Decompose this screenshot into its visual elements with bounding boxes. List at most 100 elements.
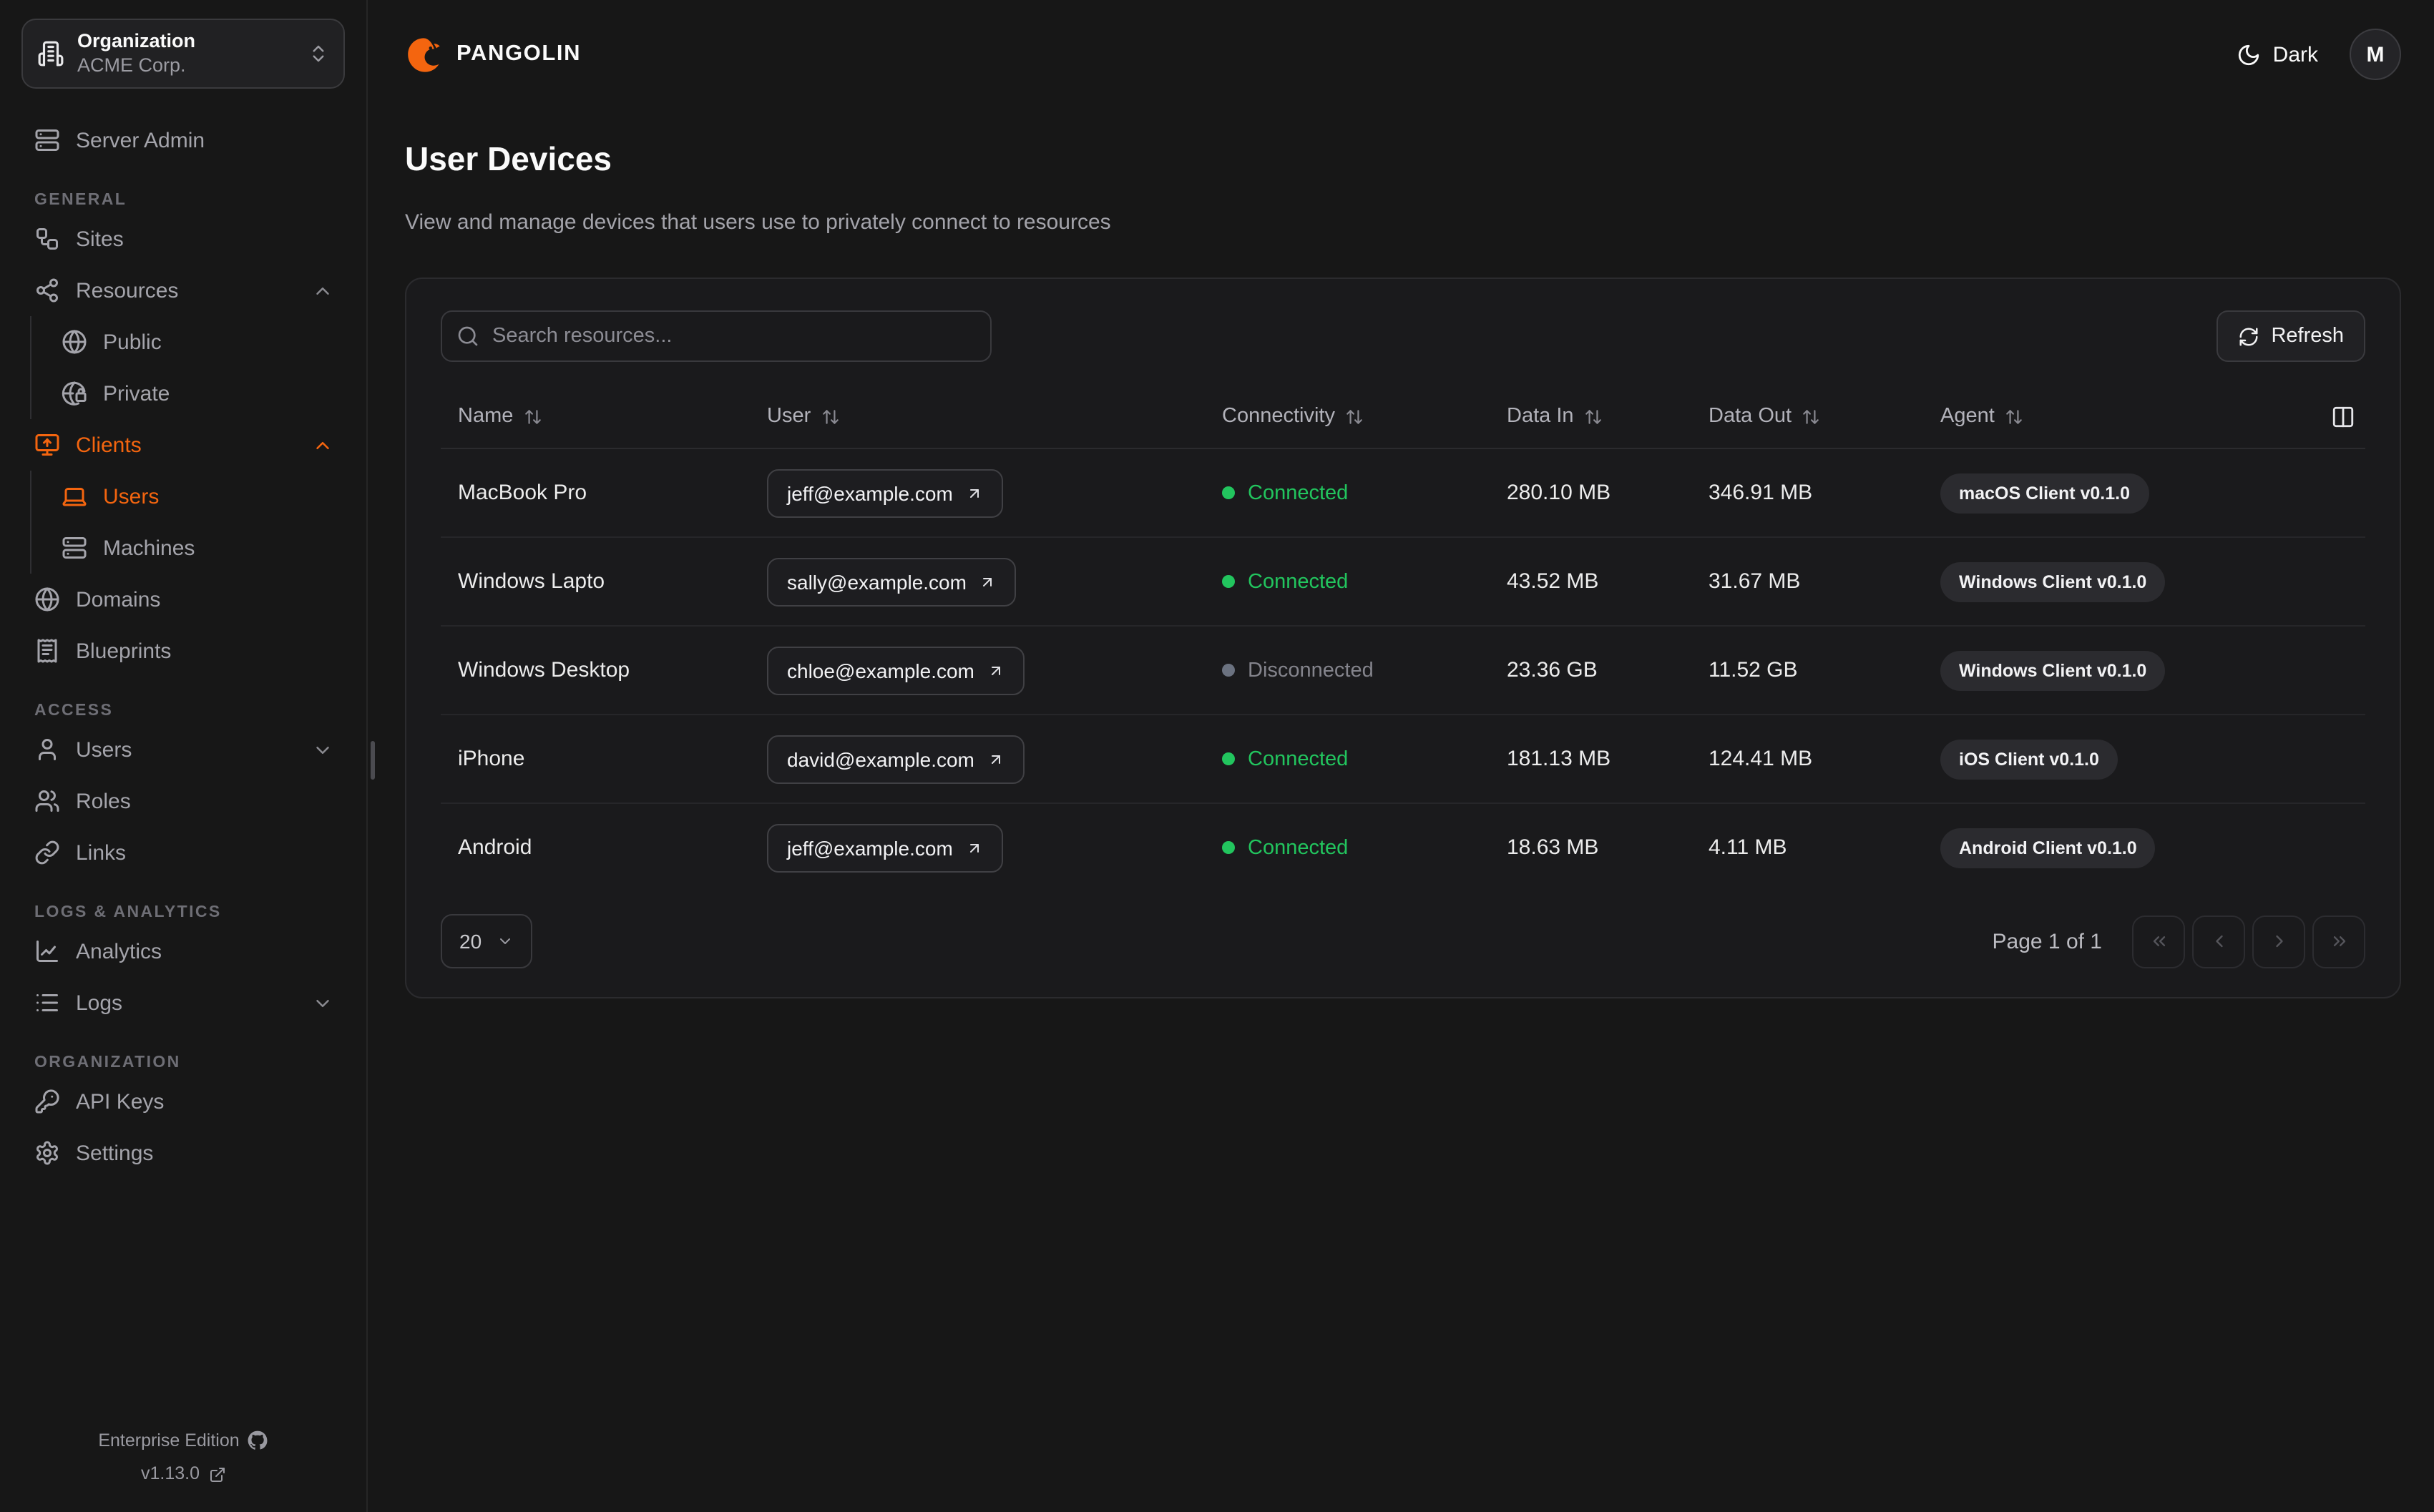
org-selector-label: Organization bbox=[77, 29, 196, 51]
column-header-name[interactable]: Name bbox=[441, 406, 767, 428]
device-name: Android bbox=[458, 835, 532, 860]
sidebar-item-resources[interactable]: Resources bbox=[21, 265, 345, 316]
device-name: Windows Desktop bbox=[458, 658, 630, 683]
connectivity-status: Connected bbox=[1222, 748, 1507, 771]
table-row: Windows Desktop chloe@example.com Discon… bbox=[441, 627, 2365, 716]
page-indicator: Page 1 of 1 bbox=[1992, 929, 2102, 954]
share-nodes-icon bbox=[34, 278, 60, 303]
card-toolbar: Refresh bbox=[441, 310, 2365, 363]
sidebar-item-links[interactable]: Links bbox=[21, 827, 345, 878]
arrow-up-right-icon bbox=[983, 577, 992, 586]
moon-icon bbox=[2239, 44, 2259, 65]
sidebar-item-label: Clients bbox=[76, 433, 142, 457]
user-link-button[interactable]: jeff@example.com bbox=[767, 823, 1003, 873]
monitor-up-icon bbox=[34, 432, 60, 458]
sidebar-item-machines[interactable]: Machines bbox=[31, 522, 345, 574]
clients-subgroup: Users Machines bbox=[30, 471, 345, 574]
theme-toggle-label: Dark bbox=[2272, 42, 2318, 67]
last-page-button[interactable] bbox=[2312, 915, 2365, 968]
column-header-agent[interactable]: Agent bbox=[1940, 406, 2331, 428]
chevron-down-icon bbox=[316, 999, 329, 1006]
agent-badge: iOS Client v0.1.0 bbox=[1940, 739, 2118, 780]
data-in-value: 181.13 MB bbox=[1507, 747, 1611, 772]
data-in-value: 280.10 MB bbox=[1507, 481, 1611, 506]
chevron-down-icon bbox=[316, 746, 329, 753]
theme-toggle[interactable]: Dark bbox=[2237, 42, 2318, 67]
page-title: User Devices bbox=[405, 140, 612, 177]
previous-page-button[interactable] bbox=[2192, 915, 2245, 968]
arrow-up-right-icon bbox=[991, 666, 1000, 675]
sidebar-item-analytics[interactable]: Analytics bbox=[21, 926, 345, 977]
user-link-button[interactable]: sally@example.com bbox=[767, 557, 1017, 607]
column-header-data-out[interactable]: Data Out bbox=[1709, 406, 1940, 428]
page-size-select[interactable]: 20 bbox=[441, 914, 532, 969]
pangolin-logo-icon bbox=[408, 37, 440, 72]
link-icon bbox=[34, 840, 60, 865]
sidebar-item-server-admin[interactable]: Server Admin bbox=[21, 114, 345, 166]
sidebar-heading-general: GENERAL bbox=[34, 192, 127, 209]
refresh-button[interactable]: Refresh bbox=[2216, 310, 2365, 363]
user-email: david@example.com bbox=[787, 747, 974, 771]
pagination-controls: Page 1 of 1 bbox=[1993, 915, 2365, 968]
status-dot bbox=[1222, 575, 1235, 589]
sidebar-item-label: Resources bbox=[76, 278, 179, 303]
workflow-icon bbox=[34, 226, 60, 252]
sidebar-item-domains[interactable]: Domains bbox=[21, 574, 345, 625]
sidebar-item-public[interactable]: Public bbox=[31, 316, 345, 368]
data-out-value: 124.41 MB bbox=[1709, 747, 1813, 772]
pagination: 20 Page 1 of 1 bbox=[441, 914, 2365, 969]
data-out-value: 31.67 MB bbox=[1709, 569, 1801, 594]
arrow-up-right-icon bbox=[991, 755, 1000, 764]
sidebar-scrollbar-thumb[interactable] bbox=[371, 741, 375, 780]
device-name: Windows Lapto bbox=[458, 569, 605, 594]
edition-link[interactable]: Enterprise Edition bbox=[21, 1424, 345, 1458]
sidebar-item-label: Public bbox=[103, 330, 162, 354]
sidebar-item-client-users[interactable]: Users bbox=[31, 471, 345, 522]
column-visibility-button[interactable] bbox=[2331, 405, 2365, 429]
status-dot bbox=[1222, 841, 1235, 855]
user-link-button[interactable]: chloe@example.com bbox=[767, 646, 1025, 695]
sort-icon bbox=[1346, 410, 1362, 424]
org-selector[interactable]: Organization ACME Corp. bbox=[21, 19, 345, 89]
sidebar-item-clients[interactable]: Clients bbox=[21, 419, 345, 471]
column-header-data-in[interactable]: Data In bbox=[1507, 406, 1709, 428]
sidebar-item-users[interactable]: Users bbox=[21, 724, 345, 775]
status-label: Disconnected bbox=[1248, 659, 1374, 682]
github-icon bbox=[248, 1431, 268, 1450]
connectivity-status: Connected bbox=[1222, 837, 1507, 860]
sidebar-item-roles[interactable]: Roles bbox=[21, 775, 345, 827]
avatar[interactable]: M bbox=[2350, 29, 2401, 80]
topbar-right: Dark M bbox=[2237, 29, 2401, 80]
sidebar-item-label: Users bbox=[76, 737, 132, 762]
sidebar-item-label: Sites bbox=[76, 227, 124, 251]
globe-lock-icon bbox=[62, 381, 87, 406]
version-link[interactable]: v1.13.0 bbox=[21, 1458, 345, 1493]
user-email: chloe@example.com bbox=[787, 659, 974, 682]
table-header-row: Name User Connectivity Data In Data Out … bbox=[441, 386, 2365, 450]
sidebar-item-label: Analytics bbox=[76, 939, 162, 963]
logs-icon bbox=[34, 990, 60, 1016]
search-input[interactable] bbox=[441, 310, 992, 363]
sidebar-item-blueprints[interactable]: Blueprints bbox=[21, 625, 345, 677]
chevron-up-icon bbox=[316, 287, 329, 294]
arrow-up-right-icon bbox=[969, 489, 979, 498]
first-page-button[interactable] bbox=[2132, 915, 2185, 968]
sidebar-item-settings[interactable]: Settings bbox=[21, 1127, 345, 1179]
sidebar-item-sites[interactable]: Sites bbox=[21, 213, 345, 265]
device-name: iPhone bbox=[458, 747, 525, 772]
sidebar-item-private[interactable]: Private bbox=[31, 368, 345, 419]
sidebar-item-label: API Keys bbox=[76, 1089, 165, 1114]
user-link-button[interactable]: david@example.com bbox=[767, 735, 1025, 784]
column-header-label: Data In bbox=[1507, 405, 1574, 428]
brand[interactable]: PANGOLIN bbox=[405, 35, 581, 74]
sidebar-item-api-keys[interactable]: API Keys bbox=[21, 1076, 345, 1127]
chevrons-up-down-icon bbox=[313, 45, 324, 62]
chevron-down-icon bbox=[499, 938, 510, 945]
column-header-connectivity[interactable]: Connectivity bbox=[1222, 406, 1507, 428]
user-link-button[interactable]: jeff@example.com bbox=[767, 468, 1003, 518]
column-header-user[interactable]: User bbox=[767, 406, 1222, 428]
sidebar-item-label: Roles bbox=[76, 789, 131, 813]
sidebar-item-logs[interactable]: Logs bbox=[21, 977, 345, 1029]
next-page-button[interactable] bbox=[2252, 915, 2305, 968]
connectivity-status: Disconnected bbox=[1222, 659, 1507, 682]
